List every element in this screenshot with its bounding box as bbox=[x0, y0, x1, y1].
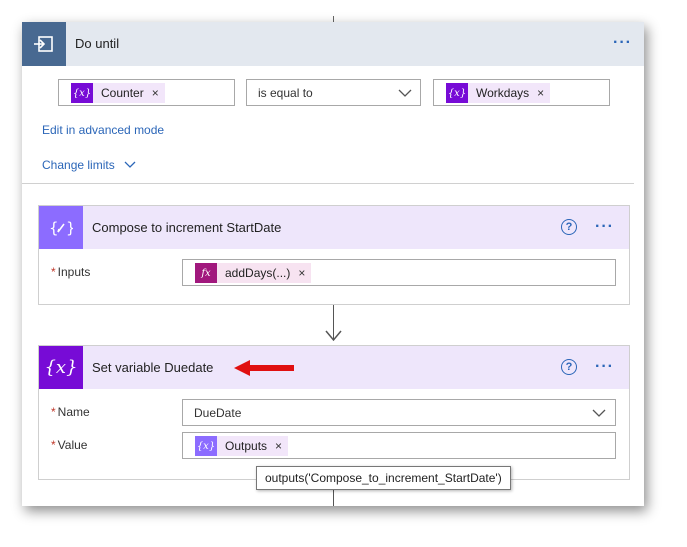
change-limits-label: Change limits bbox=[42, 158, 115, 172]
counter-token-label: Counter bbox=[101, 86, 144, 100]
name-label: * Name bbox=[51, 405, 90, 419]
workdays-token[interactable]: {x} Workdays × bbox=[446, 83, 551, 103]
remove-counter-token-icon[interactable]: × bbox=[152, 86, 159, 100]
chevron-down-icon bbox=[592, 409, 606, 417]
condition-left-operand[interactable]: {x} Counter × bbox=[58, 79, 235, 106]
remove-outputs-token-icon[interactable]: × bbox=[275, 439, 282, 453]
help-icon[interactable]: ? bbox=[561, 359, 577, 375]
compose-action-header[interactable]: { } Compose to increment StartDate ? ··· bbox=[39, 206, 629, 249]
chevron-down-icon bbox=[398, 89, 412, 97]
variable-icon: {x} bbox=[39, 346, 83, 389]
value-label-text: Value bbox=[57, 438, 88, 452]
outputs-token-label: Outputs bbox=[225, 439, 268, 453]
section-divider bbox=[22, 183, 634, 184]
remove-workdays-token-icon[interactable]: × bbox=[537, 86, 544, 100]
name-label-text: Name bbox=[57, 405, 90, 419]
do-until-loop-icon bbox=[22, 22, 66, 66]
help-icon[interactable]: ? bbox=[561, 219, 577, 235]
set-variable-action-card: {x} Set variable Duedate ? ··· * Name Due… bbox=[38, 345, 630, 480]
variable-icon: {x} bbox=[446, 83, 468, 103]
flow-designer-panel: Do until ··· {x} Counter × is equal to {… bbox=[22, 22, 644, 506]
inputs-label-text: Inputs bbox=[57, 265, 91, 279]
compose-icon: { } bbox=[39, 206, 83, 249]
operator-value: is equal to bbox=[258, 86, 313, 100]
required-marker: * bbox=[51, 405, 56, 419]
workdays-token-label: Workdays bbox=[476, 86, 530, 100]
counter-token[interactable]: {x} Counter × bbox=[71, 83, 165, 103]
expression-icon: fx bbox=[195, 263, 217, 283]
do-until-header[interactable]: Do until ··· bbox=[22, 22, 644, 66]
variable-name-value: DueDate bbox=[194, 406, 242, 420]
inputs-label: * Inputs bbox=[51, 265, 90, 279]
do-until-title: Do until bbox=[75, 36, 120, 51]
set-variable-title: Set variable Duedate bbox=[92, 360, 214, 375]
change-limits-link[interactable]: Change limits bbox=[42, 158, 136, 172]
compose-action-card: { } Compose to increment StartDate ? ···… bbox=[38, 205, 630, 305]
add-days-token-label: addDays(...) bbox=[225, 266, 291, 280]
condition-operator-select[interactable]: is equal to bbox=[246, 79, 421, 106]
condition-right-operand[interactable]: {x} Workdays × bbox=[433, 79, 610, 106]
add-days-token[interactable]: fx addDays(...) × bbox=[195, 263, 312, 283]
chevron-down-icon bbox=[124, 161, 136, 168]
variable-value-field[interactable]: {x} Outputs × bbox=[182, 432, 616, 459]
set-variable-more-options-icon[interactable]: ··· bbox=[595, 359, 614, 375]
compose-icon: {x} bbox=[195, 436, 217, 456]
svg-text:{: { bbox=[49, 219, 59, 237]
compose-more-options-icon[interactable]: ··· bbox=[595, 219, 614, 235]
svg-text:}: } bbox=[66, 219, 73, 237]
required-marker: * bbox=[51, 265, 56, 279]
remove-add-days-token-icon[interactable]: × bbox=[298, 266, 305, 280]
set-variable-header[interactable]: {x} Set variable Duedate ? ··· bbox=[39, 346, 629, 389]
compose-action-title: Compose to increment StartDate bbox=[92, 220, 282, 235]
do-until-more-options-icon[interactable]: ··· bbox=[613, 35, 632, 51]
variable-name-select[interactable]: DueDate bbox=[182, 399, 616, 426]
value-label: * Value bbox=[51, 438, 87, 452]
variable-icon: {x} bbox=[71, 83, 93, 103]
annotation-arrow-icon bbox=[234, 360, 294, 376]
outputs-token[interactable]: {x} Outputs × bbox=[195, 436, 289, 456]
outputs-expression-tooltip: outputs('Compose_to_increment_StartDate'… bbox=[256, 466, 511, 490]
inputs-field[interactable]: fx addDays(...) × bbox=[182, 259, 616, 286]
required-marker: * bbox=[51, 438, 56, 452]
variable-glyph: {x} bbox=[44, 357, 78, 378]
connector-arrow-icon bbox=[325, 330, 342, 342]
edit-advanced-mode-link[interactable]: Edit in advanced mode bbox=[42, 123, 164, 137]
